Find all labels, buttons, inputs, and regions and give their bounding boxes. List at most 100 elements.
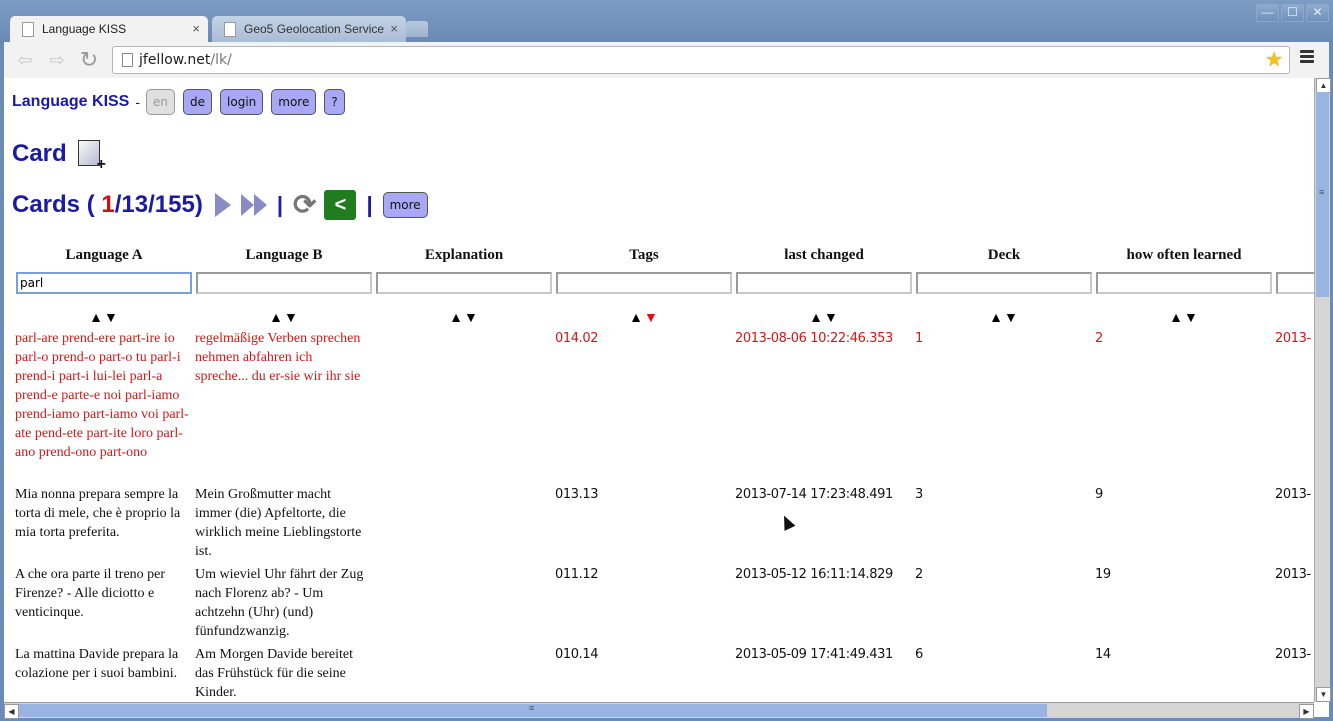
sort-asc-icon[interactable]: ▲: [989, 309, 1004, 325]
cell-last-changed: 2013-05-09 17:41:49.431: [735, 647, 893, 662]
cell-deck: 2: [915, 567, 923, 582]
filter-last-changed-input[interactable]: [736, 272, 912, 294]
col-header-last-changed: last changed: [784, 247, 864, 263]
minimize-button[interactable]: —: [1256, 4, 1279, 22]
bookmark-star-icon[interactable]: ★: [1265, 49, 1283, 71]
share-icon[interactable]: <: [324, 190, 357, 220]
cell-learned: 9: [1095, 487, 1103, 502]
reload-icon[interactable]: ↻: [78, 49, 100, 71]
sort-desc-icon[interactable]: ▼: [464, 309, 479, 325]
cell-tags: 013.13: [555, 487, 599, 502]
sort-asc-icon[interactable]: ▲: [269, 309, 284, 325]
sort-language-b: ▲▼: [196, 310, 372, 324]
sort-desc-icon[interactable]: ▼: [1184, 309, 1199, 325]
new-card-icon[interactable]: [78, 140, 106, 174]
chrome-menu-icon[interactable]: [1300, 50, 1314, 65]
filter-learned-input[interactable]: [1096, 272, 1272, 294]
filtered-count: 13: [121, 191, 149, 218]
page-icon: [224, 22, 236, 37]
scroll-right-icon[interactable]: ▶: [1299, 704, 1314, 719]
filter-next-input[interactable]: [1276, 272, 1314, 294]
paren: ): [194, 191, 203, 218]
col-header-language-b: Language B: [245, 247, 323, 263]
vertical-scrollbar[interactable]: ▲ ≡ ▼: [1314, 78, 1331, 702]
filter-language-b-input[interactable]: [196, 272, 372, 294]
sort-desc-icon[interactable]: ▼: [1004, 309, 1019, 325]
sort-desc-icon[interactable]: ▼: [104, 309, 119, 325]
tab-language-kiss[interactable]: Language KISS ×: [10, 16, 208, 42]
sort-tags: ▲▼: [556, 310, 732, 324]
cell-language-b: Mein Großmutter macht immer (die) Apfelt…: [195, 487, 362, 559]
col-header-language-a: Language A: [65, 247, 143, 263]
sort-asc-icon[interactable]: ▲: [809, 309, 824, 325]
cell-next: 2013-: [1275, 487, 1311, 502]
filter-explanation-input[interactable]: [376, 272, 552, 294]
back-icon[interactable]: ⇦: [14, 50, 36, 70]
tab-label: Language KISS: [42, 22, 127, 36]
maximize-button[interactable]: ☐: [1281, 4, 1304, 22]
address-bar[interactable]: jfellow.net/lk/ ★: [112, 46, 1290, 74]
next-card-icon[interactable]: [214, 193, 231, 217]
col-header-how-often-learned: how often learned: [1126, 247, 1242, 263]
sort-asc-icon[interactable]: ▲: [1169, 309, 1184, 325]
slash: /: [114, 191, 122, 218]
grip-icon: ≡: [1319, 187, 1325, 197]
scroll-left-icon[interactable]: ◀: [4, 704, 19, 719]
sort-asc-icon[interactable]: ▲: [629, 309, 644, 325]
more-button[interactable]: more: [271, 89, 317, 115]
cards-heading: Cards ( 1 / 13 / 155 ) | ⟳ < | more: [12, 190, 436, 220]
cell-deck: 6: [915, 647, 923, 662]
scroll-down-icon[interactable]: ▼: [1316, 687, 1331, 702]
sort-last-changed: ▲▼: [736, 310, 912, 324]
cell-learned: 19: [1095, 567, 1111, 582]
refresh-icon[interactable]: ⟳: [293, 191, 316, 219]
sort-language-a: ▲▼: [16, 310, 192, 324]
cell-tags: 010.14: [555, 647, 599, 662]
url-host: jfellow.net: [139, 52, 211, 68]
filter-tags-input[interactable]: [556, 272, 732, 294]
cell-deck: 3: [915, 487, 923, 502]
lang-de-button[interactable]: de: [183, 89, 213, 115]
brand-link[interactable]: Language KISS: [12, 93, 129, 111]
last-card-icon[interactable]: [240, 194, 267, 216]
close-window-button[interactable]: ✕: [1306, 4, 1329, 22]
horizontal-scroll-thumb[interactable]: ≡: [19, 703, 1047, 717]
cell-tags: 014.02: [555, 331, 599, 346]
filter-language-a-input[interactable]: parl: [16, 272, 192, 294]
tab-geo5[interactable]: Geo5 Geolocation Service ×: [212, 16, 406, 42]
cell-language-a: parl-are prend-ere part-ire io parl-o pr…: [15, 331, 189, 460]
cell-language-b: Um wieviel Uhr fährt der Zug nach Floren…: [195, 567, 364, 639]
card-heading: Card: [12, 140, 67, 167]
scroll-up-icon[interactable]: ▲: [1316, 78, 1331, 93]
new-tab-button[interactable]: [406, 21, 428, 37]
sort-learned: ▲▼: [1096, 310, 1272, 324]
cards-more-button[interactable]: more: [382, 192, 428, 218]
current-card-index: 1: [101, 191, 115, 218]
sort-desc-icon[interactable]: ▼: [284, 309, 299, 325]
sort-desc-icon-active[interactable]: ▼: [644, 309, 659, 325]
help-button[interactable]: ?: [324, 89, 345, 115]
sort-asc-icon[interactable]: ▲: [89, 309, 104, 325]
vertical-scroll-thumb[interactable]: ≡: [1316, 92, 1329, 297]
forward-icon[interactable]: ⇨: [46, 50, 68, 70]
col-header-explanation: Explanation: [424, 247, 504, 263]
lang-en-button[interactable]: en: [146, 89, 176, 115]
sort-asc-icon[interactable]: ▲: [449, 309, 464, 325]
cell-language-b: regelmäßige Verben sprechen nehmen abfah…: [195, 331, 361, 384]
browser-toolbar: ⇦ ⇨ ↻ jfellow.net/lk/ ★: [4, 42, 1329, 78]
slash: /: [148, 191, 155, 218]
tab-label: Geo5 Geolocation Service: [244, 22, 385, 36]
tab-close-icon[interactable]: ×: [192, 16, 200, 42]
url-text: jfellow.net/lk/: [139, 47, 232, 73]
separator: |: [366, 192, 373, 217]
horizontal-scrollbar[interactable]: ◀ ≡ ▶: [4, 702, 1314, 719]
cell-last-changed: 2013-05-12 16:11:14.829: [735, 567, 893, 582]
cell-tags: 011.12: [555, 567, 599, 582]
sort-desc-icon[interactable]: ▼: [824, 309, 839, 325]
cell-next: 2013-: [1275, 331, 1311, 346]
tab-close-icon[interactable]: ×: [390, 16, 398, 42]
filter-deck-input[interactable]: [916, 272, 1092, 294]
cell-next: 2013-: [1275, 647, 1311, 662]
cards-prefix: Cards (: [12, 191, 95, 218]
login-button[interactable]: login: [220, 89, 264, 115]
